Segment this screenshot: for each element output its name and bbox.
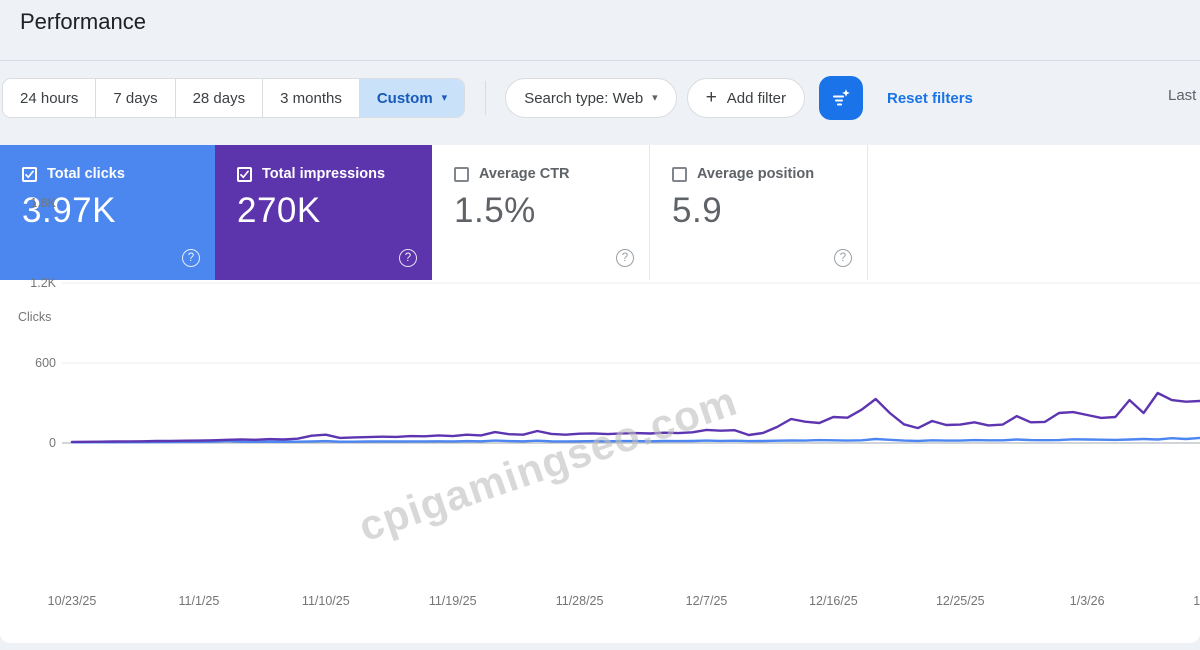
page-title: Performance	[20, 9, 146, 34]
date-range-custom[interactable]: Custom ▾	[359, 79, 465, 117]
metric-label: Total clicks	[47, 166, 125, 182]
checkbox-checked-icon[interactable]	[237, 166, 252, 182]
metric-label: Average CTR	[479, 166, 570, 182]
plus-icon: +	[705, 87, 717, 108]
date-range-label: 28 days	[192, 89, 246, 107]
y-axis-label: 1.8K	[30, 196, 56, 210]
search-type-label: Search type: Web	[524, 89, 644, 107]
x-axis-label: 11/1/25	[178, 594, 220, 608]
date-range-label: 7 days	[113, 89, 158, 107]
metric-label: Total impressions	[262, 166, 386, 182]
help-icon[interactable]: ?	[834, 249, 852, 267]
x-axis-label: 12/16/25	[809, 594, 858, 608]
x-axis-label: 1/3/26	[1069, 594, 1105, 608]
metric-card-total-clicks[interactable]: Total clicks 3.97K ?	[0, 145, 215, 280]
last-updated-text: Last	[1168, 87, 1197, 104]
metric-card-average-ctr[interactable]: Average CTR 1.5% ?	[432, 145, 650, 280]
header-divider	[0, 60, 1200, 61]
date-range-28-days[interactable]: 28 days	[175, 79, 264, 117]
search-type-dropdown[interactable]: Search type: Web ▾	[505, 78, 677, 118]
chevron-down-icon: ▾	[441, 91, 448, 104]
add-filter-label: Add filter	[726, 89, 786, 107]
x-axis-label: 12/25/25	[935, 594, 985, 608]
x-axis-label: 12/7/25	[685, 594, 728, 608]
add-filter-button[interactable]: + Add filter	[686, 78, 805, 118]
chevron-down-icon: ▾	[652, 91, 658, 104]
date-range-7-days[interactable]: 7 days	[96, 79, 176, 117]
chart-canvas	[62, 282, 1200, 444]
metric-value: 1.5%	[454, 191, 536, 230]
series-line-total-impressions	[70, 391, 1200, 444]
checkbox-unchecked-icon[interactable]	[672, 166, 687, 182]
metric-value: 5.9	[672, 191, 723, 230]
checkbox-checked-icon[interactable]	[22, 166, 37, 182]
x-axis-label: 11/10/25	[301, 594, 350, 608]
help-icon[interactable]: ?	[616, 249, 634, 267]
y-axis-label: 1.2K	[30, 276, 56, 290]
x-axis-label: 10/23/25	[47, 594, 97, 608]
y-axis-label: 0	[49, 436, 56, 450]
x-axis-label: 11/19/25	[428, 594, 477, 608]
clicks-impressions-chart: Clicks 1.8K 1.2K 600 0 10/23/25 11/1/25 11/10…	[0, 196, 1200, 643]
x-axis-label: 11/28/25	[555, 594, 604, 608]
metric-card-total-impressions[interactable]: Total impressions 270K ?	[215, 145, 432, 280]
checkbox-unchecked-icon[interactable]	[454, 166, 469, 182]
performance-panel: Total clicks 3.97K ? Total impressions 2…	[0, 145, 1200, 643]
x-axis-label: 1/12/26	[1193, 594, 1200, 608]
date-range-label: 24 hours	[20, 89, 79, 107]
help-icon[interactable]: ?	[399, 249, 417, 267]
filter-sparkle-button[interactable]	[819, 76, 863, 120]
reset-filters-link[interactable]: Reset filters	[887, 90, 973, 107]
metric-cards: Total clicks 3.97K ? Total impressions 2…	[0, 145, 1200, 280]
toolbar-separator	[485, 81, 487, 115]
date-range-24-hours[interactable]: 24 hours	[3, 79, 97, 117]
metric-label: Average position	[697, 166, 815, 182]
metric-value: 270K	[237, 191, 321, 230]
metric-card-average-position[interactable]: Average position 5.9 ?	[650, 145, 868, 280]
help-icon[interactable]: ?	[182, 249, 200, 267]
date-range-label: 3 months	[280, 89, 342, 107]
filter-sparkle-icon	[829, 86, 853, 110]
date-range-label: Custom	[376, 89, 433, 107]
date-range-3-months[interactable]: 3 months	[263, 79, 360, 117]
y-axis-label: 600	[35, 356, 56, 370]
date-range-group: 24 hours 7 days 28 days 3 months Custom …	[2, 78, 466, 118]
toolbar: 24 hours 7 days 28 days 3 months Custom …	[0, 76, 1200, 120]
